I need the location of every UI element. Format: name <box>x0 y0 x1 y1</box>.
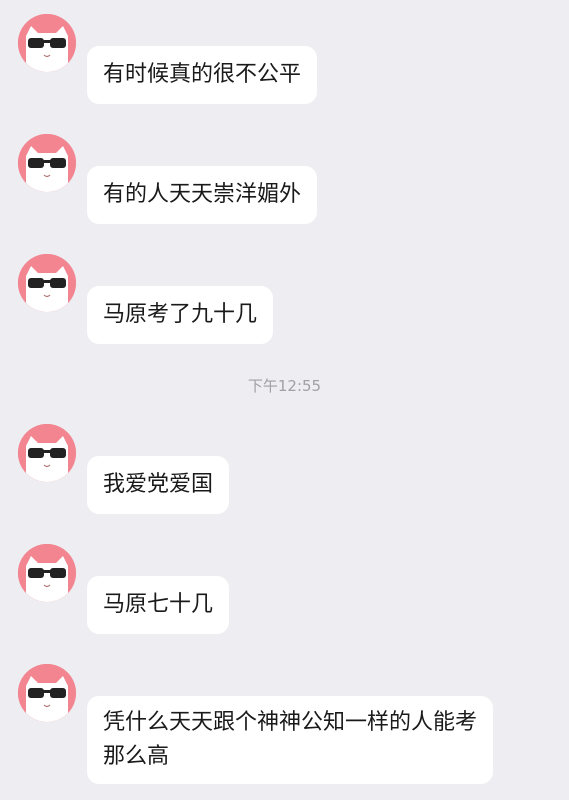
message-bubble[interactable]: 有时候真的很不公平 <box>87 46 318 104</box>
cat-with-sunglasses-icon[interactable] <box>18 664 76 722</box>
cat-with-sunglasses-icon[interactable] <box>18 254 76 312</box>
message-bubble[interactable]: 马原七十几 <box>87 576 230 634</box>
message-bubble[interactable]: 凭什么天天跟个神神公知一样的人能考那么高 <box>87 696 493 784</box>
message-bubble[interactable]: 马原考了九十几 <box>87 286 274 344</box>
chat-view: 有时候真的很不公平 有的人天天崇洋媚外 马原考了九十几 下午12:55 我爱党爱… <box>0 0 569 800</box>
timestamp: 下午12:55 <box>247 377 322 395</box>
cat-with-sunglasses-icon[interactable] <box>18 134 76 192</box>
message-bubble[interactable]: 我爱党爱国 <box>87 456 230 514</box>
cat-with-sunglasses-icon[interactable] <box>18 424 76 482</box>
message-bubble[interactable]: 有的人天天崇洋媚外 <box>87 166 318 224</box>
cat-with-sunglasses-icon[interactable] <box>18 544 76 602</box>
cat-with-sunglasses-icon[interactable] <box>18 14 76 72</box>
